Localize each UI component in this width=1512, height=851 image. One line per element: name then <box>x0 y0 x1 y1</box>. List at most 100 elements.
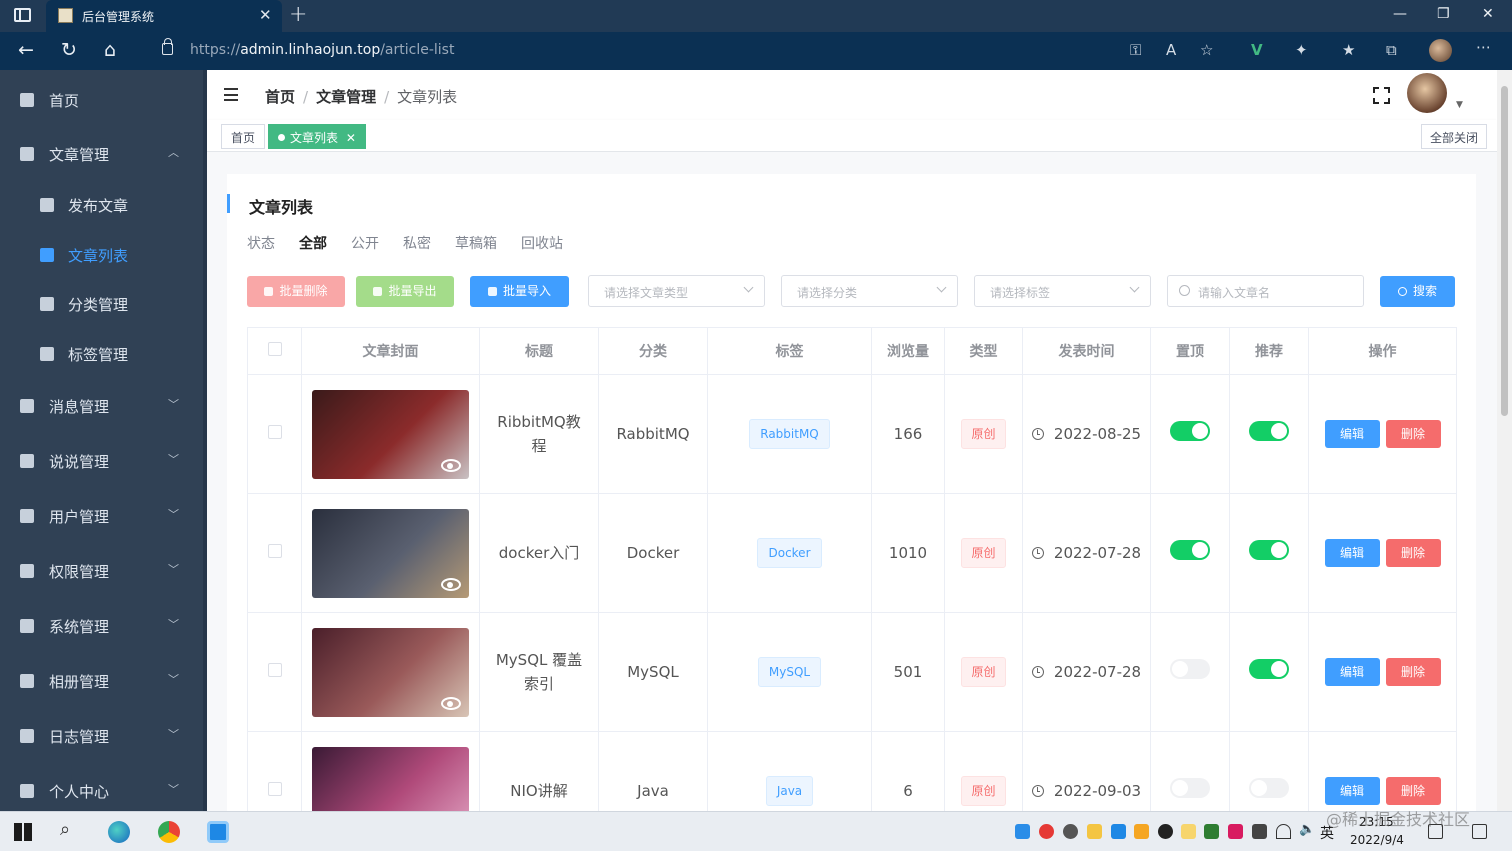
fullscreen-icon[interactable] <box>1373 87 1390 104</box>
restore-icon[interactable]: ❐ <box>1437 6 1450 22</box>
sidebar-item[interactable]: 日志管理 ﹀ <box>0 712 207 760</box>
wifi-icon[interactable] <box>1276 824 1291 839</box>
sidebar-item[interactable]: 文章管理 ︿ <box>0 130 207 178</box>
top-switch[interactable] <box>1170 777 1210 798</box>
tagsview-current[interactable]: 文章列表 ✕ <box>268 124 366 149</box>
tag-close-icon[interactable]: ✕ <box>346 131 356 145</box>
read-aloud-icon[interactable]: A <box>1166 41 1176 59</box>
tag-select[interactable]: 请选择标签 <box>974 275 1151 307</box>
chevron-down-icon[interactable]: ▼ <box>1456 100 1463 110</box>
status-tab[interactable]: 公开 <box>351 236 379 252</box>
search-taskbar-icon[interactable]: ⌕ <box>60 819 82 841</box>
chrome-icon[interactable] <box>158 821 180 843</box>
action-center-icon[interactable] <box>1472 824 1487 839</box>
top-switch[interactable] <box>1170 658 1210 679</box>
status-tab[interactable]: 草稿箱 <box>455 236 497 252</box>
sidebar-item[interactable]: 标签管理 <box>0 330 207 378</box>
minimize-icon[interactable]: — <box>1393 6 1407 22</box>
row-checkbox[interactable] <box>267 782 282 796</box>
article-cover-image[interactable] <box>312 627 469 717</box>
new-tab-icon[interactable]: + <box>289 2 307 27</box>
tagsview-home[interactable]: 首页 <box>221 124 266 149</box>
tray-cloud-icon[interactable] <box>1228 824 1243 839</box>
select-all-checkbox[interactable] <box>267 342 282 356</box>
breadcrumb-home[interactable]: 首页 <box>265 88 295 106</box>
home-browser-icon[interactable]: ⌂ <box>104 39 116 61</box>
category-select[interactable]: 请选择分类 <box>781 275 958 307</box>
tray-folder-icon[interactable] <box>1087 824 1102 839</box>
edit-button[interactable]: 编辑 <box>1324 539 1380 567</box>
browser-tab[interactable]: 后台管理系统 ✕ <box>46 0 282 32</box>
refresh-icon[interactable]: ↻ <box>61 39 77 61</box>
key-icon[interactable]: ⚿ <box>1130 41 1141 59</box>
sidebar-item[interactable]: 相册管理 ﹀ <box>0 657 207 705</box>
row-checkbox[interactable] <box>267 544 282 558</box>
sidebar-item[interactable]: 个人中心 ﹀ <box>0 767 207 811</box>
breadcrumb-section[interactable]: 文章管理 <box>316 88 376 106</box>
page-scrollbar[interactable] <box>1497 70 1512 811</box>
top-switch[interactable] <box>1170 420 1210 441</box>
favorites-icon[interactable]: ★ <box>1342 41 1355 59</box>
more-icon[interactable]: ⋯ <box>1476 38 1491 56</box>
close-all-button[interactable]: 全部关闭 <box>1421 124 1488 149</box>
vue-devtools-icon[interactable]: V <box>1251 41 1263 59</box>
tray-unity-icon[interactable] <box>1063 824 1078 839</box>
tray-qq-icon[interactable] <box>1158 824 1173 839</box>
search-button[interactable]: 搜索 <box>1380 276 1455 307</box>
batch-import-button[interactable]: 批量导入 <box>470 276 569 307</box>
sidebar-item[interactable]: 发布文章 <box>0 181 207 229</box>
status-tab[interactable]: 全部 <box>299 236 327 252</box>
tray-netease-icon[interactable] <box>1039 824 1054 839</box>
top-switch[interactable] <box>1170 539 1210 560</box>
sidebar-item[interactable]: 首页 <box>0 76 207 124</box>
url-field[interactable]: https://admin.linhaojun.top/article-list <box>190 42 454 58</box>
start-icon[interactable] <box>14 823 32 841</box>
status-tab[interactable]: 回收站 <box>521 236 563 252</box>
collections-icon[interactable]: ⧉ <box>1386 41 1397 59</box>
recommend-switch[interactable] <box>1249 420 1289 441</box>
profile-avatar[interactable] <box>1429 39 1452 62</box>
eye-icon[interactable] <box>441 696 461 710</box>
tray-battery-icon[interactable] <box>1252 824 1267 839</box>
article-cover-image[interactable] <box>312 389 469 479</box>
batch-export-button[interactable]: 批量导出 <box>356 276 454 307</box>
sidebar-item[interactable]: 说说管理 ﹀ <box>0 437 207 485</box>
delete-button[interactable]: 删除 <box>1385 658 1441 686</box>
sidebar-item[interactable]: 文章列表 <box>0 231 207 279</box>
tray-app-icon[interactable] <box>1015 824 1030 839</box>
tray-n-icon[interactable] <box>1181 824 1196 839</box>
delete-button[interactable]: 删除 <box>1385 777 1441 805</box>
delete-button[interactable]: 删除 <box>1385 420 1441 448</box>
recommend-switch[interactable] <box>1249 658 1289 679</box>
scrollbar-thumb[interactable] <box>1501 86 1508 416</box>
article-name-input[interactable]: 请输入文章名 <box>1167 275 1364 307</box>
close-window-icon[interactable]: ✕ <box>1482 6 1494 22</box>
article-cover-image[interactable] <box>312 508 469 598</box>
lock-icon[interactable] <box>162 38 173 55</box>
sidebar-item[interactable]: 分类管理 <box>0 280 207 328</box>
clock-date[interactable]: 2022/9/4 <box>1350 833 1404 847</box>
hamburger-icon[interactable] <box>224 88 238 101</box>
edit-button[interactable]: 编辑 <box>1324 658 1380 686</box>
sidebar-item[interactable]: 系统管理 ﹀ <box>0 602 207 650</box>
sidebar-item[interactable]: 用户管理 ﹀ <box>0 492 207 540</box>
tab-actions-icon[interactable] <box>14 8 31 22</box>
eye-icon[interactable] <box>441 458 461 472</box>
eye-icon[interactable] <box>441 577 461 591</box>
row-checkbox[interactable] <box>267 663 282 677</box>
user-avatar[interactable] <box>1407 73 1447 113</box>
recommend-switch[interactable] <box>1249 539 1289 560</box>
tray-security-icon[interactable] <box>1204 824 1219 839</box>
extensions-icon[interactable]: ✦ <box>1295 41 1308 59</box>
back-icon[interactable]: ← <box>18 39 34 61</box>
batch-delete-button[interactable]: 批量删除 <box>247 276 345 307</box>
edit-button[interactable]: 编辑 <box>1324 420 1380 448</box>
delete-button[interactable]: 删除 <box>1385 539 1441 567</box>
status-tab[interactable]: 私密 <box>403 236 431 252</box>
sidebar-item[interactable]: 权限管理 ﹀ <box>0 547 207 595</box>
sidebar-item[interactable]: 消息管理 ﹀ <box>0 382 207 430</box>
recommend-switch[interactable] <box>1249 777 1289 798</box>
tray-flame-icon[interactable] <box>1134 824 1149 839</box>
row-checkbox[interactable] <box>267 425 282 439</box>
edit-button[interactable]: 编辑 <box>1324 777 1380 805</box>
